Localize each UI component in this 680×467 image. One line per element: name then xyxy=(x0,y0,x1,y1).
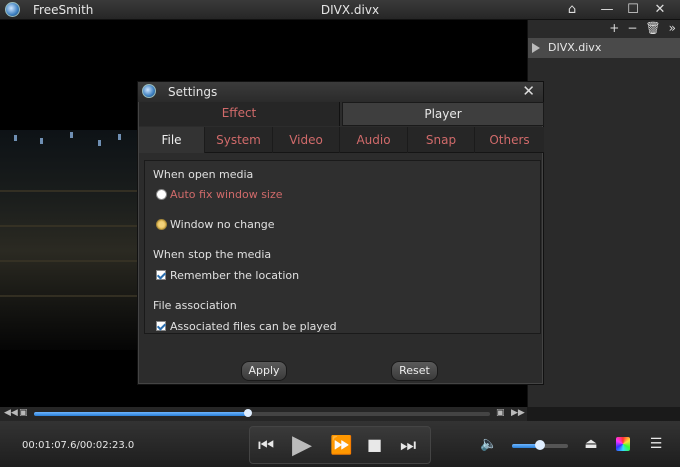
tab-video[interactable]: Video xyxy=(273,127,340,153)
auto-fix-radio[interactable] xyxy=(156,189,167,200)
tab-others[interactable]: Others xyxy=(475,127,544,153)
playlist-item-name: DIVX.divx xyxy=(548,41,602,54)
stop-icon[interactable]: ■ xyxy=(367,435,382,454)
dialog-close-icon[interactable]: ✕ xyxy=(522,82,535,100)
volume-slider[interactable] xyxy=(512,440,568,450)
timecode: 00:01:07.6/00:02:23.0 xyxy=(22,440,135,451)
playlist-toggle-icon[interactable]: ☰ xyxy=(645,433,667,455)
next-icon[interactable]: ⏭ xyxy=(400,435,416,456)
frame-forward-icon[interactable]: ▣ xyxy=(496,408,505,418)
tab-audio[interactable]: Audio xyxy=(340,127,408,153)
play-indicator-icon xyxy=(532,43,540,53)
trash-icon[interactable]: 🗑 xyxy=(645,21,660,37)
seek-bar[interactable] xyxy=(34,409,490,417)
seek-handle[interactable] xyxy=(244,409,253,417)
volume-icon[interactable]: 🔈 xyxy=(478,433,500,455)
frame-back-icon[interactable]: ▣ xyxy=(19,408,28,418)
play-icon[interactable]: ▶ xyxy=(292,430,312,460)
settings-dialog: Settings ✕ Effect Player File System Vid… xyxy=(137,81,544,385)
rewind-icon[interactable]: ◀◀ xyxy=(4,408,18,418)
playlist-toolbar: + − 🗑 » xyxy=(609,21,676,37)
remove-icon[interactable]: − xyxy=(627,21,637,37)
main-tabs: Effect Player xyxy=(139,102,544,126)
reset-button[interactable]: Reset xyxy=(391,361,438,381)
no-change-option[interactable]: Window no change xyxy=(156,218,275,232)
minimize-icon[interactable]: — xyxy=(596,1,618,19)
fast-forward-icon[interactable]: ▶▶ xyxy=(511,408,525,418)
previous-icon[interactable]: ⏮ xyxy=(258,435,274,456)
associated-label: Associated files can be played xyxy=(170,320,337,333)
dialog-title-bar[interactable]: Settings ✕ xyxy=(138,82,543,102)
seek-bar-row: ◀◀ ▣ ▣ ▶▶ xyxy=(0,407,527,421)
volume-handle[interactable] xyxy=(535,440,545,450)
title-bar: FreeSmith DIVX.divx ⌂ — ☐ ✕ xyxy=(0,0,680,20)
file-settings-panel: When open media Auto fix window size Win… xyxy=(144,160,541,334)
playlist-item[interactable]: DIVX.divx xyxy=(528,38,680,58)
maximize-icon[interactable]: ☐ xyxy=(622,1,644,19)
eject-icon[interactable]: ⏏ xyxy=(580,433,602,455)
associated-option[interactable]: Associated files can be played xyxy=(156,320,337,334)
home-icon[interactable]: ⌂ xyxy=(561,1,583,19)
fast-forward-icon[interactable]: ⏩ xyxy=(330,435,352,456)
no-change-radio[interactable] xyxy=(156,219,167,230)
no-change-label: Window no change xyxy=(170,218,275,231)
tab-snap[interactable]: Snap xyxy=(408,127,475,153)
dialog-title: Settings xyxy=(168,85,218,99)
close-icon[interactable]: ✕ xyxy=(649,1,671,19)
control-bar: 00:01:07.6/00:02:23.0 ⏮ ▶ ⏩ ■ ⏭ 🔈 ⏏ ☰ xyxy=(0,421,680,467)
remember-label: Remember the location xyxy=(170,269,300,282)
transport-controls: ⏮ ▶ ⏩ ■ ⏭ xyxy=(249,426,431,464)
remember-option[interactable]: Remember the location xyxy=(156,269,299,283)
section-file-association: File association xyxy=(153,299,237,312)
seek-progress xyxy=(34,412,249,416)
associated-checkbox[interactable] xyxy=(156,321,166,331)
tab-player[interactable]: Player xyxy=(342,102,544,126)
tab-file[interactable]: File xyxy=(139,127,205,153)
tab-effect[interactable]: Effect xyxy=(139,102,340,126)
playlist-panel: + − 🗑 » DIVX.divx xyxy=(527,20,680,407)
remember-checkbox[interactable] xyxy=(156,270,166,280)
section-open-media: When open media xyxy=(153,168,254,181)
collapse-icon[interactable]: » xyxy=(669,21,676,37)
auto-fix-option[interactable]: Auto fix window size xyxy=(156,188,283,202)
section-stop-media: When stop the media xyxy=(153,248,272,261)
color-adjust-icon[interactable] xyxy=(616,437,630,451)
app-logo-icon xyxy=(142,84,156,98)
sub-tabs: File System Video Audio Snap Others xyxy=(139,127,544,153)
apply-button[interactable]: Apply xyxy=(241,361,287,381)
tab-system[interactable]: System xyxy=(205,127,273,153)
video-frame xyxy=(0,130,140,350)
add-icon[interactable]: + xyxy=(609,21,619,37)
auto-fix-label: Auto fix window size xyxy=(170,188,283,201)
